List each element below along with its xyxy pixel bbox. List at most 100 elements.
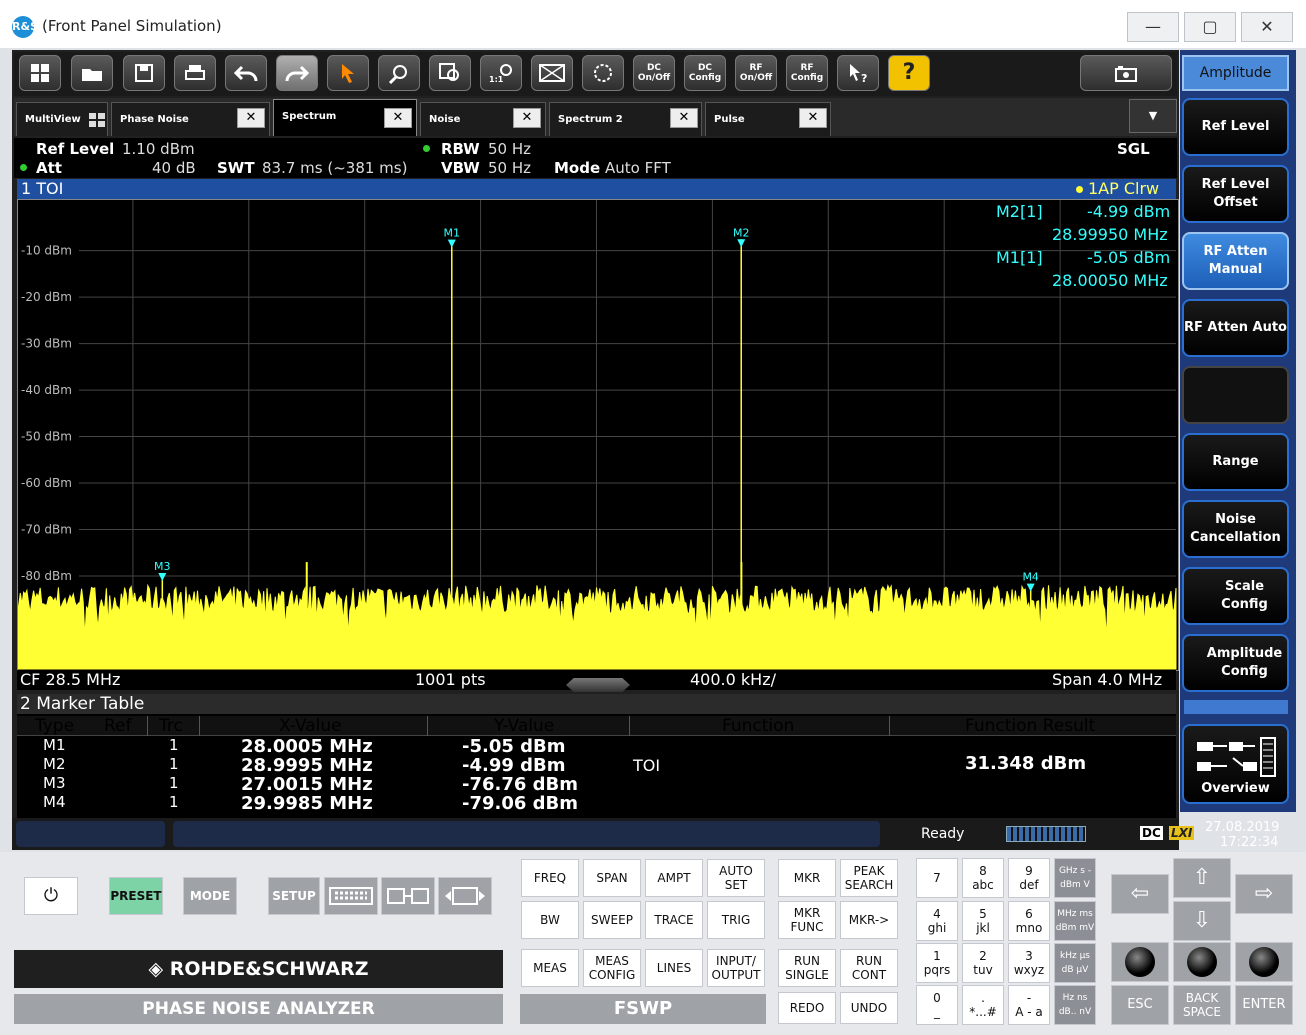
hardkey-meas[interactable]: MEAS (521, 949, 579, 987)
splitter-handle[interactable] (566, 678, 630, 692)
windows-icon[interactable] (19, 55, 61, 91)
preset-button[interactable]: PRESET (109, 877, 163, 915)
cell-x: 28.9995 MHz (241, 755, 373, 776)
hardkey-trig[interactable]: TRIG (707, 901, 765, 939)
tab-close-icon[interactable]: ✕ (670, 108, 698, 128)
hardkey-redo[interactable]: REDO (778, 992, 836, 1024)
hardkey-freq[interactable]: FREQ (521, 859, 579, 897)
hardkey-run-cont[interactable]: RUN CONT (840, 949, 898, 987)
undo-icon[interactable] (225, 55, 267, 91)
rotary-knob-icon[interactable] (1173, 942, 1231, 982)
softkey-scale-config[interactable]: Scale Config (1182, 567, 1289, 625)
softkey-rf-atten-auto[interactable]: RF Atten Auto (1182, 299, 1289, 357)
redo-icon[interactable] (276, 55, 318, 91)
numpad-key[interactable]: 6 mno (1008, 901, 1050, 941)
tab-close-icon[interactable]: ✕ (384, 108, 412, 128)
rbw-value: 50 Hz (488, 140, 532, 158)
hardkey-mkr-[interactable]: MKR-> (840, 901, 898, 939)
cell-trc: 1 (169, 774, 179, 792)
numpad-key[interactable]: 9 def (1008, 858, 1050, 898)
zoom-1-1-icon[interactable]: 1:1 (480, 55, 522, 91)
tab-multiview[interactable]: MultiView (16, 102, 108, 136)
unit-key[interactable]: kHz µs dB µV (1054, 943, 1096, 983)
tab-close-icon[interactable]: ✕ (513, 108, 541, 128)
setup-button[interactable]: SETUP (268, 877, 320, 915)
hardkey-lines[interactable]: LINES (645, 949, 703, 987)
hardkey-trace[interactable]: TRACE (645, 901, 703, 939)
display-update-icon[interactable] (381, 877, 435, 915)
zoom-icon[interactable] (378, 55, 420, 91)
unit-key[interactable]: GHz s -dBm V (1054, 858, 1096, 898)
numpad-key[interactable]: 5 jkl (962, 901, 1004, 941)
softkey-range[interactable]: Range (1182, 433, 1289, 491)
backspace-button[interactable]: BACK SPACE (1173, 985, 1231, 1025)
keyboard-icon[interactable] (324, 877, 378, 915)
print-icon[interactable] (174, 55, 216, 91)
hardkey-meas-config[interactable]: MEAS CONFIG (583, 949, 641, 987)
softkey-noise-cancellation[interactable]: Noise Cancellation (1182, 500, 1289, 558)
display-icon[interactable] (531, 55, 573, 91)
esc-button[interactable]: ESC (1111, 985, 1169, 1025)
hardkey-input-output[interactable]: INPUT/ OUTPUT (707, 949, 765, 987)
numpad-letters: ghi (927, 921, 947, 935)
arrow-right-icon[interactable]: ⇨ (1235, 874, 1293, 914)
arrow-up-icon[interactable]: ⇧ (1173, 858, 1231, 898)
numpad-key[interactable]: 0 _ (916, 985, 958, 1025)
help-button[interactable]: ? (888, 55, 930, 91)
hardkey-bw[interactable]: BW (521, 901, 579, 939)
tab-close-icon[interactable]: ✕ (237, 108, 265, 128)
col-header: Function Result (965, 716, 1096, 736)
unit-key[interactable]: MHz ms dBm mV (1054, 901, 1096, 941)
dc-config-button[interactable]: DC Config (684, 55, 726, 91)
numpad-key[interactable]: 2 tuv (962, 943, 1004, 983)
hardkey-span[interactable]: SPAN (583, 859, 641, 897)
multi-zoom-icon[interactable] (429, 55, 471, 91)
minimize-button[interactable]: — (1127, 12, 1179, 42)
numpad-key[interactable]: 4 ghi (916, 901, 958, 941)
numpad-key[interactable]: 3 wxyz (1008, 943, 1050, 983)
arrow-down-icon[interactable]: ⇩ (1173, 901, 1231, 941)
hardkey-run-single[interactable]: RUN SINGLE (778, 949, 836, 987)
window-switch-icon[interactable] (438, 877, 492, 915)
save-icon[interactable] (123, 55, 165, 91)
context-help-icon[interactable]: ? (837, 55, 879, 91)
softkey-rf-atten-manual[interactable]: RF Atten Manual (1182, 232, 1289, 290)
unit-key[interactable]: Hz ns dB.. nV (1054, 985, 1096, 1025)
hardkey-undo[interactable]: UNDO (840, 992, 898, 1024)
overview-button[interactable]: Overview (1182, 724, 1289, 804)
pointer-icon[interactable] (327, 55, 369, 91)
hardkey-ampt[interactable]: AMPT (645, 859, 703, 897)
hardkey-mkr[interactable]: MKR (778, 859, 836, 897)
hardkey-auto-set[interactable]: AUTO SET (707, 859, 765, 897)
numpad-key[interactable]: 8 abc (962, 858, 1004, 898)
tab-dropdown-chevron-down-icon[interactable]: ▼ (1129, 99, 1177, 133)
hardkey-sweep[interactable]: SWEEP (583, 901, 641, 939)
tab-close-icon[interactable]: ✕ (799, 108, 827, 128)
enter-button[interactable]: ENTER (1235, 985, 1293, 1025)
hardkey-peak-search[interactable]: PEAK SEARCH (840, 859, 898, 897)
power-icon[interactable]: ⏻ (24, 877, 78, 915)
tab-label: MultiView (25, 114, 81, 125)
rotary-knob-icon[interactable] (1235, 942, 1293, 982)
hardkey-mkr-func[interactable]: MKR FUNC (778, 901, 836, 939)
arrow-left-icon[interactable]: ⇦ (1111, 874, 1169, 914)
rotary-knob-icon[interactable] (1111, 942, 1169, 982)
open-icon[interactable] (71, 55, 113, 91)
numpad-key[interactable]: . *...# (962, 985, 1004, 1025)
camera-icon[interactable] (1080, 55, 1172, 91)
rf-on-off-button[interactable]: RF On/Off (735, 55, 777, 91)
softkey-ref-level[interactable]: Ref Level (1182, 98, 1289, 156)
marker-readout-level: -4.99 dBm (1087, 202, 1171, 221)
close-button[interactable]: ✕ (1241, 12, 1293, 42)
numpad-key[interactable]: 7 (916, 858, 958, 898)
rf-config-button[interactable]: RF Config (786, 55, 828, 91)
maximize-button[interactable]: ▢ (1184, 12, 1236, 42)
numpad-key[interactable]: -A - a (1008, 985, 1050, 1025)
mode-button[interactable]: MODE (183, 877, 237, 915)
numpad-key[interactable]: 1 pqrs (916, 943, 958, 983)
ready-status: Ready (921, 826, 965, 842)
softkey-ref-level-offset[interactable]: Ref Level Offset (1182, 165, 1289, 223)
softkey-amplitude-config[interactable]: Amplitude Config (1182, 634, 1289, 692)
dc-on-off-button[interactable]: DC On/Off (633, 55, 675, 91)
sequencer-icon[interactable] (582, 55, 624, 91)
